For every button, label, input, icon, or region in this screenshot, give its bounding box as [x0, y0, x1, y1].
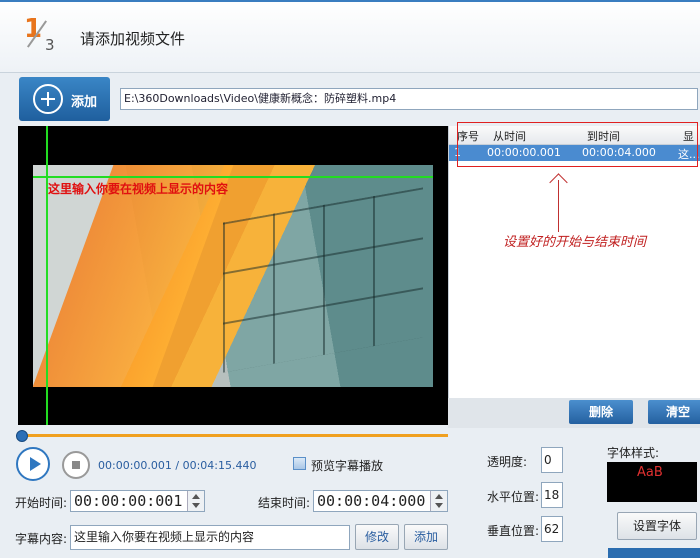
preview-subtitle-label: 预览字幕播放: [311, 459, 384, 473]
video-tile-grid: [223, 187, 423, 373]
start-time-spinner[interactable]: [187, 491, 204, 511]
modify-button[interactable]: 修改: [355, 524, 399, 550]
add-file-label: 添加: [71, 95, 98, 110]
highlight-box: [457, 122, 698, 167]
font-preview: AaB: [607, 462, 697, 502]
font-preview-text: AaB: [637, 465, 663, 480]
end-time-spinner[interactable]: [430, 491, 447, 511]
vertical-position-label: 垂直位置:: [487, 524, 540, 538]
end-time-field[interactable]: 00:00:04:000: [313, 490, 448, 512]
time-readout: 00:00:00.001 / 00:04:15.440: [98, 459, 257, 472]
subtitle-content-label: 字幕内容:: [15, 532, 68, 546]
file-path-field[interactable]: E:\360Downloads\Video\健康新概念：防碎塑料.mp4: [120, 88, 698, 110]
video-orange-stripe: [33, 165, 234, 387]
stop-button[interactable]: [62, 451, 90, 479]
page-title: 请添加视频文件: [80, 30, 186, 48]
vertical-position-guide[interactable]: [46, 126, 48, 425]
vertical-position-input[interactable]: 62: [541, 516, 563, 542]
end-time-label: 结束时间:: [258, 496, 311, 510]
delete-button[interactable]: 删除: [569, 400, 633, 424]
clear-button[interactable]: 清空: [648, 400, 700, 424]
start-time-value: 00:00:00:001: [74, 492, 183, 510]
playback-progress-bar[interactable]: [18, 434, 448, 437]
opacity-label: 透明度:: [487, 455, 528, 469]
bottom-accent-bar: [608, 548, 700, 558]
opacity-input[interactable]: 0: [541, 447, 563, 473]
header-top-line: [0, 0, 700, 2]
progress-handle[interactable]: [16, 430, 28, 442]
font-style-label: 字体样式:: [607, 446, 660, 460]
play-button[interactable]: [16, 447, 50, 481]
set-font-button[interactable]: 设置字体: [617, 512, 697, 540]
add-file-button[interactable]: 添加: [19, 77, 110, 121]
preview-subtitle-checkbox[interactable]: [293, 457, 306, 470]
horizontal-position-label: 水平位置:: [487, 490, 540, 504]
start-time-label: 开始时间:: [15, 496, 68, 510]
wizard-header: 1 3 请添加视频文件: [0, 0, 700, 73]
step-total: 3: [45, 36, 55, 54]
end-time-value: 00:00:04:000: [317, 492, 426, 510]
annotation-text: 设置好的开始与结束时间: [503, 235, 647, 250]
subtitle-table: 序号 从时间 到时间 显 1 00:00:00.001 00:00:04.000…: [448, 126, 700, 400]
plus-circle-icon: [33, 84, 63, 114]
horizontal-position-input[interactable]: 18: [541, 482, 563, 508]
subtitle-content-input[interactable]: 这里输入你要在视频上显示的内容: [70, 525, 350, 550]
subtitle-overlay-text: 这里输入你要在视频上显示的内容: [48, 182, 229, 196]
horizontal-position-guide[interactable]: [33, 176, 433, 178]
video-frame-image: [33, 165, 433, 387]
add-subtitle-button[interactable]: 添加: [404, 524, 448, 550]
start-time-field[interactable]: 00:00:00:001: [70, 490, 205, 512]
